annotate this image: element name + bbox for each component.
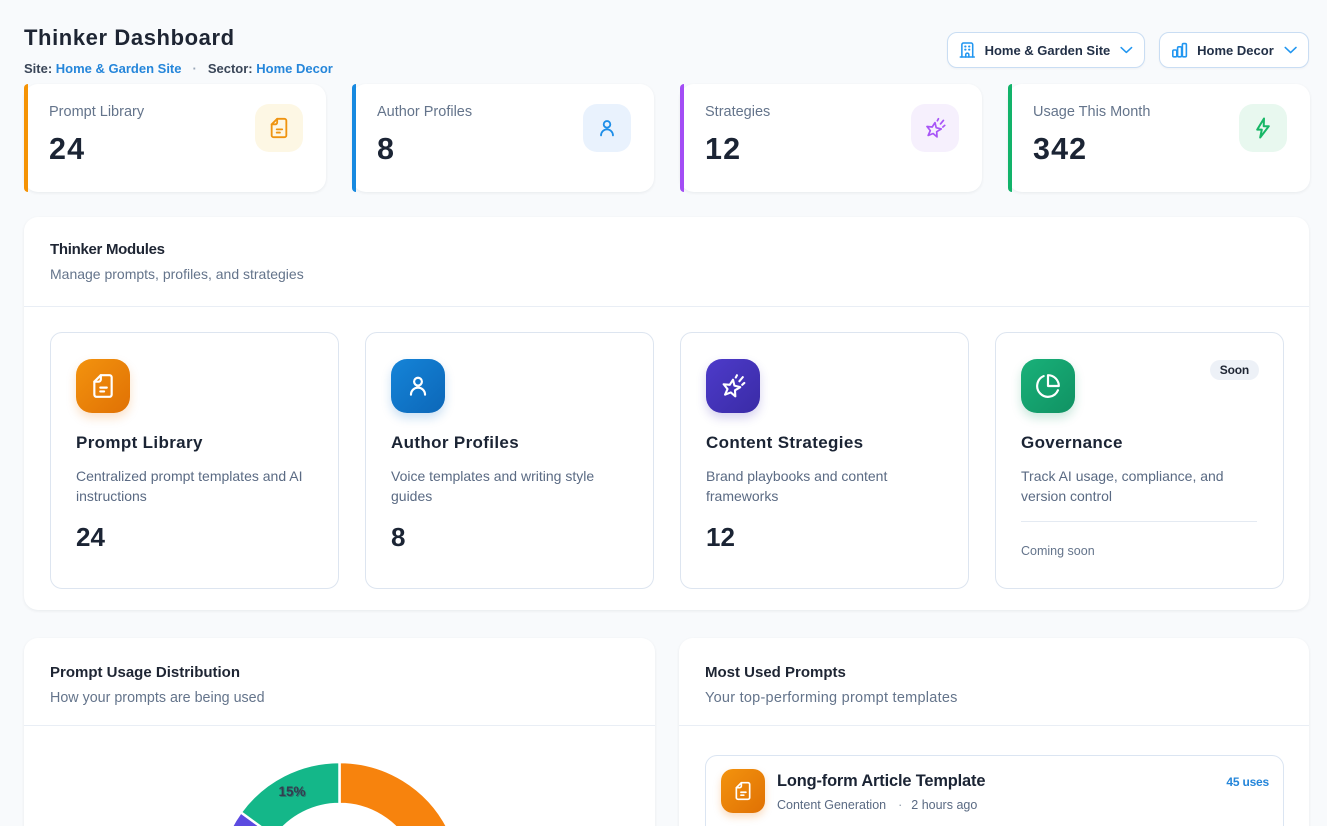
svg-text:15%: 15% — [278, 784, 305, 799]
